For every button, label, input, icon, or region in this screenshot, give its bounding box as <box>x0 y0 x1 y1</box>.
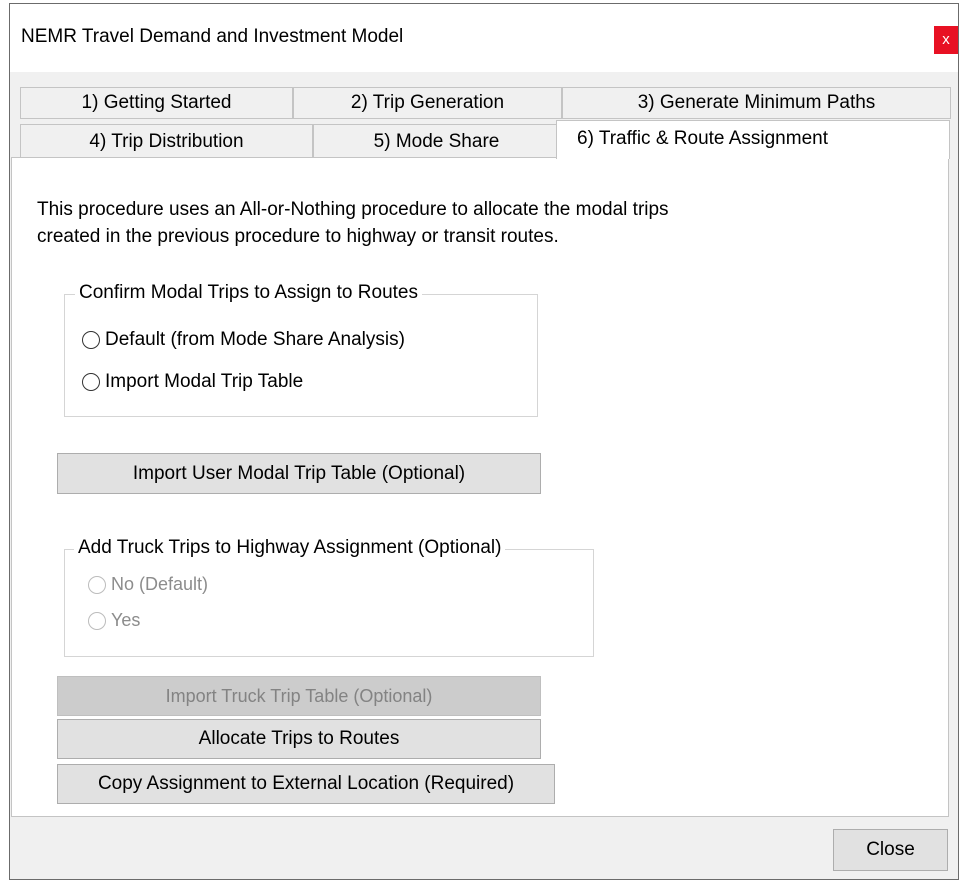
tab-label: 4) Trip Distribution <box>89 131 244 152</box>
radio-circle-icon <box>88 611 106 630</box>
radio-truck-no[interactable]: No (Default) <box>88 574 208 595</box>
radio-truck-yes[interactable]: Yes <box>88 610 140 631</box>
truck-trips-group-label: Add Truck Trips to Highway Assignment (O… <box>74 537 506 559</box>
tab-label: 1) Getting Started <box>81 92 232 113</box>
radio-default-mode-share[interactable]: Default (from Mode Share Analysis) <box>82 329 405 351</box>
modal-trips-group-label: Confirm Modal Trips to Assign to Routes <box>75 282 422 304</box>
tab-trip-distribution[interactable]: 4) Trip Distribution <box>20 124 313 158</box>
procedure-description: This procedure uses an All-or-Nothing pr… <box>37 196 669 250</box>
tab-label: 6) Traffic & Route Assignment <box>577 128 828 149</box>
import-truck-trip-table-button[interactable]: Import Truck Trip Table (Optional) <box>57 676 541 716</box>
tab-getting-started[interactable]: 1) Getting Started <box>20 87 293 119</box>
truck-trips-group <box>64 549 594 657</box>
window-title: NEMR Travel Demand and Investment Model <box>21 26 404 47</box>
close-button[interactable]: Close <box>833 829 948 871</box>
radio-circle-icon <box>82 331 100 349</box>
tab-label: 5) Mode Share <box>373 131 500 152</box>
radio-label: Yes <box>111 610 141 630</box>
allocate-trips-button[interactable]: Allocate Trips to Routes <box>57 719 541 759</box>
window-close-icon[interactable]: x <box>934 26 958 54</box>
radio-import-modal-trip-table[interactable]: Import Modal Trip Table <box>82 371 303 393</box>
radio-label: Import Modal Trip Table <box>105 371 304 392</box>
radio-label: No (Default) <box>111 574 209 594</box>
radio-label: Default (from Mode Share Analysis) <box>105 329 405 350</box>
import-user-modal-trip-table-button[interactable]: Import User Modal Trip Table (Optional) <box>57 453 541 494</box>
radio-circle-icon <box>82 373 100 391</box>
description-line: created in the previous procedure to hig… <box>37 226 559 247</box>
tab-label: 2) Trip Generation <box>350 92 505 113</box>
tab-generate-minimum-paths[interactable]: 3) Generate Minimum Paths <box>562 87 951 119</box>
dialog-window: NEMR Travel Demand and Investment Model … <box>9 3 959 880</box>
tab-label: 3) Generate Minimum Paths <box>637 92 876 113</box>
title-bar: NEMR Travel Demand and Investment Model … <box>10 4 958 72</box>
radio-circle-icon <box>88 575 106 594</box>
tab-mode-share[interactable]: 5) Mode Share <box>313 124 560 158</box>
description-line: This procedure uses an All-or-Nothing pr… <box>37 199 669 220</box>
tab-trip-generation[interactable]: 2) Trip Generation <box>293 87 562 119</box>
tab-traffic-route-assignment[interactable]: 6) Traffic & Route Assignment <box>556 120 950 159</box>
modal-trips-group <box>64 294 538 417</box>
copy-assignment-button[interactable]: Copy Assignment to External Location (Re… <box>57 764 555 804</box>
